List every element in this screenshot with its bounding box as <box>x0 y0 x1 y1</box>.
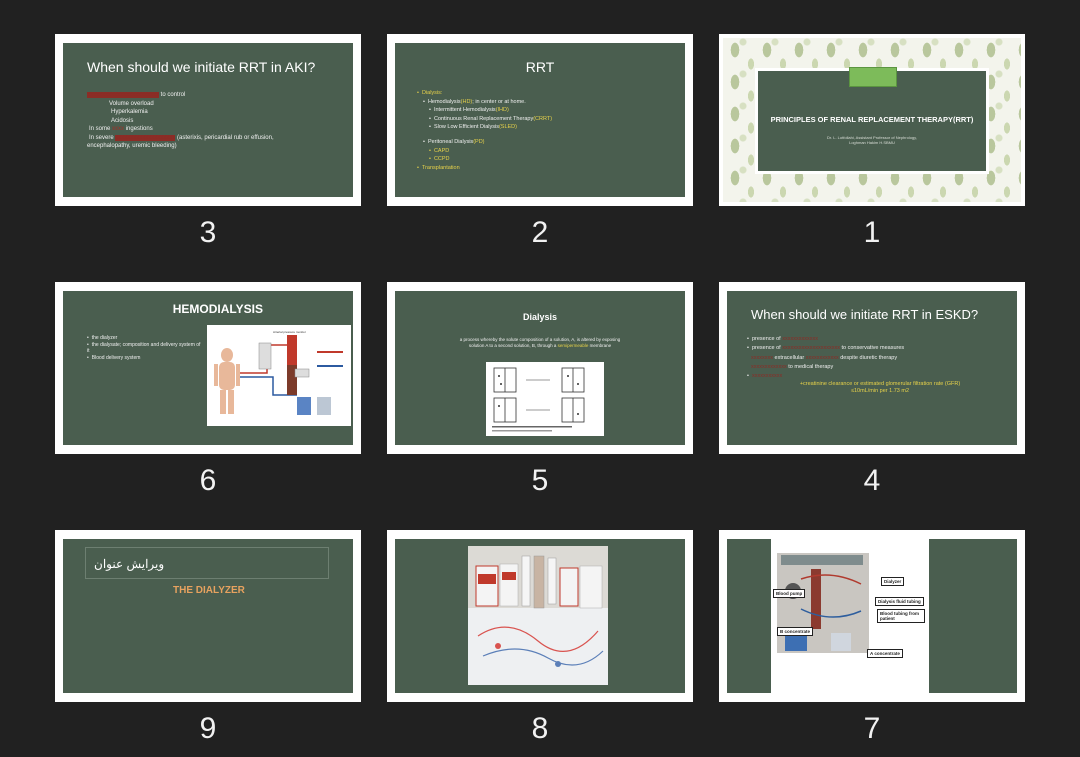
slide-9-heading: THE DIALYZER <box>173 585 245 596</box>
slide-thumbnail-8[interactable] <box>387 530 693 702</box>
slide-4-title: When should we initiate RRT in ESKD? <box>751 307 979 322</box>
label-blood-tubing: Blood tubing from patient <box>877 609 925 623</box>
label-dialysis-fluid-tubing: Dialysis fluid tubing <box>875 597 924 606</box>
slide-thumbnail-3[interactable]: When should we initiate RRT in AKI? xxxx… <box>55 34 361 206</box>
slide-thumbnail-4[interactable]: When should we initiate RRT in ESKD? pre… <box>719 282 1025 454</box>
slide-5-text: a process whereby the solute composition… <box>459 337 621 348</box>
slide-6-canvas: HEMODIALYSIS the dialyzer the dialysate;… <box>63 291 353 445</box>
slide-number-7: 7 <box>863 712 881 745</box>
slide-5-canvas: Dialysis a process whereby the solute co… <box>395 291 685 445</box>
label-b-concentrate: B concentrate <box>777 627 814 636</box>
slide-thumbnail-6[interactable]: HEMODIALYSIS the dialyzer the dialysate;… <box>55 282 361 454</box>
slide-2-title: RRT <box>525 59 555 75</box>
slide-3-title: When should we initiate RRT in AKI? <box>87 59 316 75</box>
slide-thumbnail-7[interactable]: Dialyzer Blood pump Dialysis fluid tubin… <box>719 530 1025 702</box>
slide-8-photo <box>468 546 608 685</box>
slide-3-body: xxxxxxxxxxxxxxxxxxxxxxxx to control Volu… <box>87 92 274 149</box>
svg-text:Arterial pressure monitor: Arterial pressure monitor <box>273 330 306 334</box>
slide-1-subtitle: Dr. L. Lotfollahi, Assistant Professor o… <box>827 135 917 145</box>
slide-thumbnail-9[interactable]: ویرایش عنوان THE DIALYZER <box>55 530 361 702</box>
slide-number-5: 5 <box>531 464 549 497</box>
slide-number-8: 8 <box>531 712 549 745</box>
slide-number-6: 6 <box>199 464 217 497</box>
slide-number-3: 3 <box>199 216 217 249</box>
slide-thumbnail-2[interactable]: RRT Dialysis: Hemodialysis(HD); in cente… <box>387 34 693 206</box>
slide-7-canvas: Dialyzer Blood pump Dialysis fluid tubin… <box>727 539 1017 693</box>
label-a-concentrate: A concentrate <box>867 649 903 658</box>
label-dialyzer: Dialyzer <box>881 577 905 586</box>
label-blood-pump: Blood pump <box>773 589 806 598</box>
slide-1-green-tab <box>849 67 897 87</box>
slide-9-title-placeholder[interactable]: ویرایش عنوان <box>85 547 329 579</box>
slide-6-body: the dialyzer the dialysate; composition … <box>87 335 203 361</box>
slide-9-title-placeholder-text: ویرایش عنوان <box>94 557 165 571</box>
slide-1-title: PRINCIPLES OF RENAL REPLACEMENT THERAPY(… <box>770 115 974 124</box>
slide-2-canvas: RRT Dialysis: Hemodialysis(HD); in cente… <box>395 43 685 197</box>
slide-6-hemodialysis-diagram: Arterial pressure monitor <box>207 325 351 426</box>
slide-thumbnail-1[interactable]: PRINCIPLES OF RENAL REPLACEMENT THERAPY(… <box>719 34 1025 206</box>
slide-number-1: 1 <box>863 216 881 249</box>
slide-5-title: Dialysis <box>522 312 558 322</box>
slide-number-9: 9 <box>199 712 217 745</box>
slide-3-canvas: When should we initiate RRT in AKI? xxxx… <box>63 43 353 197</box>
slide-5-membrane-diagram <box>486 362 604 436</box>
slide-7-photo: Dialyzer Blood pump Dialysis fluid tubin… <box>771 539 929 693</box>
slide-number-4: 4 <box>863 464 881 497</box>
slide-4-body: presence of xxxxxxxxxxxxx presence of xx… <box>747 335 1013 395</box>
slide-9-canvas: ویرایش عنوان THE DIALYZER <box>63 539 353 693</box>
slide-6-title: HEMODIALYSIS <box>172 302 263 316</box>
slide-2-body: Dialysis: Hemodialysis(HD); in center or… <box>417 89 677 172</box>
slide-thumbnail-5[interactable]: Dialysis a process whereby the solute co… <box>387 282 693 454</box>
slide-number-2: 2 <box>531 216 549 249</box>
slide-4-canvas: When should we initiate RRT in ESKD? pre… <box>727 291 1017 445</box>
slide-8-canvas <box>395 539 685 693</box>
